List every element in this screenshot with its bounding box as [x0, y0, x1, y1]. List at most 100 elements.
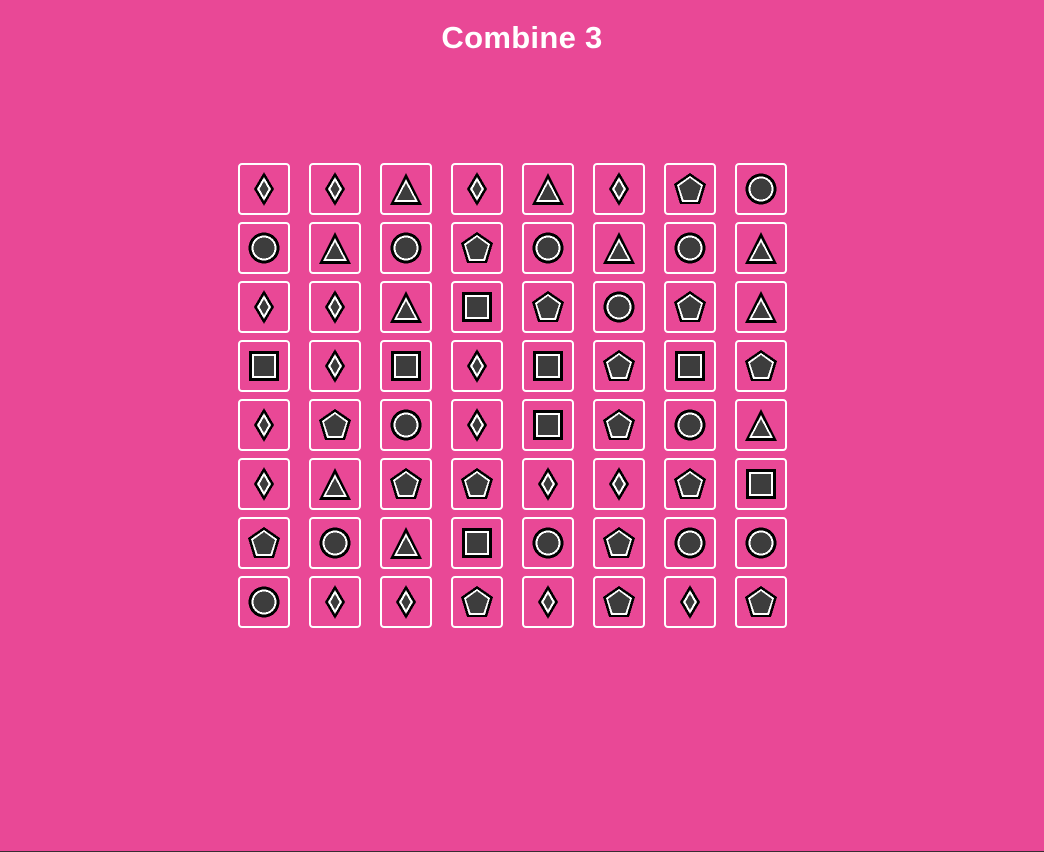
tile-r1-c5[interactable]	[522, 163, 574, 215]
tile-r3-c1[interactable]	[238, 281, 290, 333]
tile-r5-c8[interactable]	[735, 399, 787, 451]
tile-r2-c3[interactable]	[380, 222, 432, 274]
diamond-icon	[396, 585, 416, 619]
tile-r4-c6[interactable]	[593, 340, 645, 392]
tile-r1-c6[interactable]	[593, 163, 645, 215]
tile-r6-c4[interactable]	[451, 458, 503, 510]
diamond-icon	[680, 585, 700, 619]
tile-r3-c3[interactable]	[380, 281, 432, 333]
tile-r3-c2[interactable]	[309, 281, 361, 333]
circle-icon	[674, 527, 706, 559]
tile-r8-c5[interactable]	[522, 576, 574, 628]
diamond-icon	[609, 467, 629, 501]
tile-r4-c5[interactable]	[522, 340, 574, 392]
tile-r2-c8[interactable]	[735, 222, 787, 274]
tile-r5-c6[interactable]	[593, 399, 645, 451]
tile-r1-c8[interactable]	[735, 163, 787, 215]
pentagon-icon	[745, 586, 777, 617]
pentagon-icon	[461, 232, 493, 263]
diamond-icon	[467, 349, 487, 383]
tile-r4-c8[interactable]	[735, 340, 787, 392]
tile-r8-c8[interactable]	[735, 576, 787, 628]
tile-r3-c4[interactable]	[451, 281, 503, 333]
triangle-icon	[390, 291, 422, 323]
pentagon-icon	[248, 527, 280, 558]
triangle-icon	[319, 232, 351, 264]
tile-r2-c4[interactable]	[451, 222, 503, 274]
diamond-icon	[254, 408, 274, 442]
pentagon-icon	[532, 291, 564, 322]
pentagon-icon	[461, 586, 493, 617]
square-icon	[675, 351, 705, 381]
triangle-icon	[745, 232, 777, 264]
tile-r7-c2[interactable]	[309, 517, 361, 569]
tile-r7-c3[interactable]	[380, 517, 432, 569]
tile-r8-c2[interactable]	[309, 576, 361, 628]
tile-r5-c7[interactable]	[664, 399, 716, 451]
pentagon-icon	[674, 468, 706, 499]
tile-r5-c5[interactable]	[522, 399, 574, 451]
tile-r5-c1[interactable]	[238, 399, 290, 451]
diamond-icon	[325, 290, 345, 324]
tile-r1-c3[interactable]	[380, 163, 432, 215]
tile-r6-c6[interactable]	[593, 458, 645, 510]
tile-r2-c6[interactable]	[593, 222, 645, 274]
tile-r2-c2[interactable]	[309, 222, 361, 274]
tile-r3-c6[interactable]	[593, 281, 645, 333]
tile-r1-c7[interactable]	[664, 163, 716, 215]
tile-r6-c5[interactable]	[522, 458, 574, 510]
tile-r3-c8[interactable]	[735, 281, 787, 333]
diamond-icon	[325, 585, 345, 619]
game-board	[238, 163, 792, 635]
tile-r6-c7[interactable]	[664, 458, 716, 510]
tile-r2-c7[interactable]	[664, 222, 716, 274]
pentagon-icon	[745, 350, 777, 381]
tile-r8-c1[interactable]	[238, 576, 290, 628]
tile-r6-c3[interactable]	[380, 458, 432, 510]
pentagon-icon	[603, 527, 635, 558]
tile-r5-c2[interactable]	[309, 399, 361, 451]
square-icon	[746, 469, 776, 499]
tile-r8-c6[interactable]	[593, 576, 645, 628]
pentagon-icon	[603, 350, 635, 381]
tile-r8-c3[interactable]	[380, 576, 432, 628]
diamond-icon	[538, 467, 558, 501]
tile-r7-c8[interactable]	[735, 517, 787, 569]
tile-r3-c7[interactable]	[664, 281, 716, 333]
pentagon-icon	[674, 173, 706, 204]
square-icon	[391, 351, 421, 381]
tile-r5-c4[interactable]	[451, 399, 503, 451]
circle-icon	[532, 527, 564, 559]
tile-r3-c5[interactable]	[522, 281, 574, 333]
tile-r8-c7[interactable]	[664, 576, 716, 628]
pentagon-icon	[461, 468, 493, 499]
tile-r7-c6[interactable]	[593, 517, 645, 569]
tile-r1-c4[interactable]	[451, 163, 503, 215]
tile-r4-c7[interactable]	[664, 340, 716, 392]
diamond-icon	[609, 172, 629, 206]
diamond-icon	[254, 467, 274, 501]
tile-r4-c1[interactable]	[238, 340, 290, 392]
tile-r7-c7[interactable]	[664, 517, 716, 569]
tile-r6-c1[interactable]	[238, 458, 290, 510]
tile-r2-c5[interactable]	[522, 222, 574, 274]
circle-icon	[319, 527, 351, 559]
circle-icon	[674, 232, 706, 264]
triangle-icon	[390, 527, 422, 559]
tile-r1-c2[interactable]	[309, 163, 361, 215]
tile-r6-c2[interactable]	[309, 458, 361, 510]
tile-r6-c8[interactable]	[735, 458, 787, 510]
tile-r7-c4[interactable]	[451, 517, 503, 569]
tile-r5-c3[interactable]	[380, 399, 432, 451]
triangle-icon	[745, 409, 777, 441]
diamond-icon	[325, 172, 345, 206]
tile-r8-c4[interactable]	[451, 576, 503, 628]
tile-r2-c1[interactable]	[238, 222, 290, 274]
tile-r4-c2[interactable]	[309, 340, 361, 392]
pentagon-icon	[319, 409, 351, 440]
tile-r7-c5[interactable]	[522, 517, 574, 569]
tile-r4-c4[interactable]	[451, 340, 503, 392]
tile-r1-c1[interactable]	[238, 163, 290, 215]
tile-r4-c3[interactable]	[380, 340, 432, 392]
tile-r7-c1[interactable]	[238, 517, 290, 569]
